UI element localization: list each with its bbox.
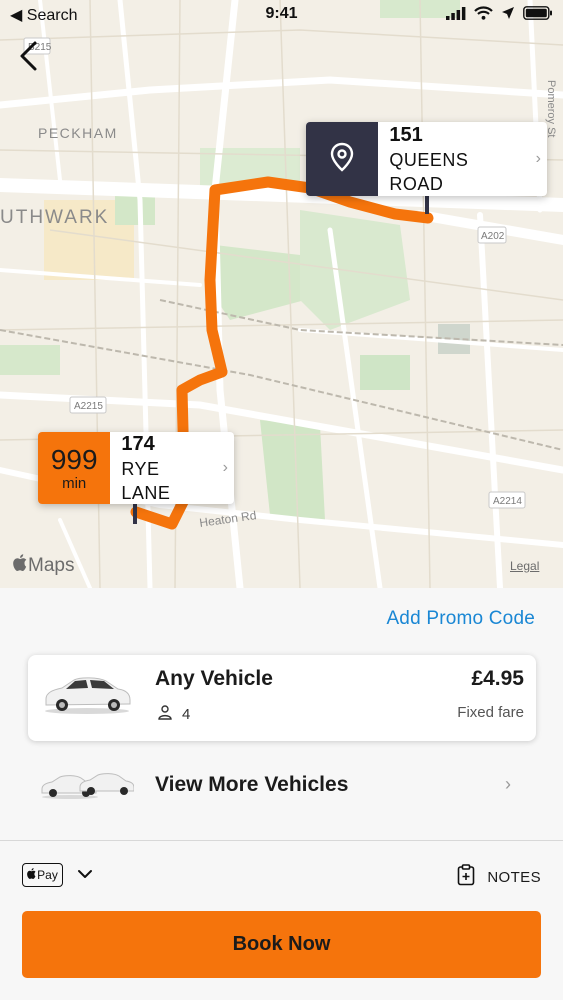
vehicle-price: £4.95 [471, 667, 524, 690]
fare-type: Fixed fare [457, 704, 524, 721]
road-badge-a202: A202 [481, 231, 505, 242]
battery-icon [523, 6, 553, 25]
vehicle-option-card[interactable]: Any Vehicle 4 £4.95 Fixed fare [28, 655, 536, 741]
apple-logo-icon [13, 554, 27, 577]
origin-pin-card[interactable]: 999 min 174 RYE LANE › [38, 432, 234, 504]
chevron-right-icon: › [535, 150, 541, 167]
notes-clipboard-icon [457, 864, 475, 890]
destination-number: 151 [389, 124, 423, 146]
maps-logo-text: Maps [28, 554, 75, 576]
booking-sheet: Add Promo Code Any Vehicle 4 £4.95 Fixed… [0, 588, 563, 1000]
book-now-button[interactable]: Book Now [22, 911, 541, 978]
origin-street: RYE LANE [121, 459, 171, 503]
eta-value: 999 [50, 443, 98, 475]
status-indicators [446, 6, 553, 25]
chevron-left-icon [18, 40, 38, 77]
vehicle-name: Any Vehicle [155, 667, 273, 690]
seat-count-value: 4 [182, 706, 191, 723]
notes-label: NOTES [487, 868, 541, 886]
person-icon [158, 705, 172, 724]
screen: B215 A202 A2215 A2214 PECKHAM UTHWARK He… [0, 0, 563, 1000]
location-pin-icon [329, 142, 355, 177]
maps-logo: Maps [13, 554, 74, 577]
seat-count: 4 [158, 705, 190, 724]
payment-selector[interactable]: Pay [22, 863, 93, 887]
back-button[interactable] [10, 38, 46, 78]
road-badge-a2215: A2215 [74, 401, 103, 412]
apple-pay-badge: Pay [22, 863, 63, 887]
eta-unit: min [62, 474, 87, 492]
destination-pin-card[interactable]: 151 QUEENS ROAD › [306, 122, 547, 196]
chevron-right-icon: › [222, 459, 228, 476]
legal-link[interactable]: Legal [510, 559, 539, 573]
view-more-vehicles-label: View More Vehicles [155, 773, 349, 796]
car-icon [42, 671, 132, 720]
notes-button[interactable]: NOTES [457, 864, 541, 890]
apple-logo-icon [27, 868, 36, 882]
signal-bars-icon [446, 6, 466, 25]
eta-block: 999 min [38, 432, 111, 504]
divider [0, 840, 563, 841]
wifi-icon [474, 6, 493, 25]
destination-street: QUEENS ROAD [389, 150, 469, 194]
multiple-cars-icon [40, 770, 135, 805]
add-promo-code-link[interactable]: Add Promo Code [386, 608, 535, 630]
view-more-vehicles-row[interactable]: View More Vehicles › [0, 756, 563, 816]
map-view[interactable]: B215 A202 A2215 A2214 PECKHAM UTHWARK He… [0, 0, 563, 588]
chevron-right-icon: › [505, 774, 511, 794]
location-arrow-icon [501, 6, 515, 25]
road-badge-a2214: A2214 [493, 496, 522, 507]
payment-method-label: Pay [37, 868, 58, 882]
map-label-peckham: PECKHAM [38, 125, 118, 141]
origin-number: 174 [121, 433, 155, 455]
destination-icon-block [306, 122, 379, 196]
chevron-down-icon [77, 866, 93, 884]
map-label-southwark: UTHWARK [0, 207, 109, 228]
status-bar: ◀ Search 9:41 [0, 0, 563, 30]
